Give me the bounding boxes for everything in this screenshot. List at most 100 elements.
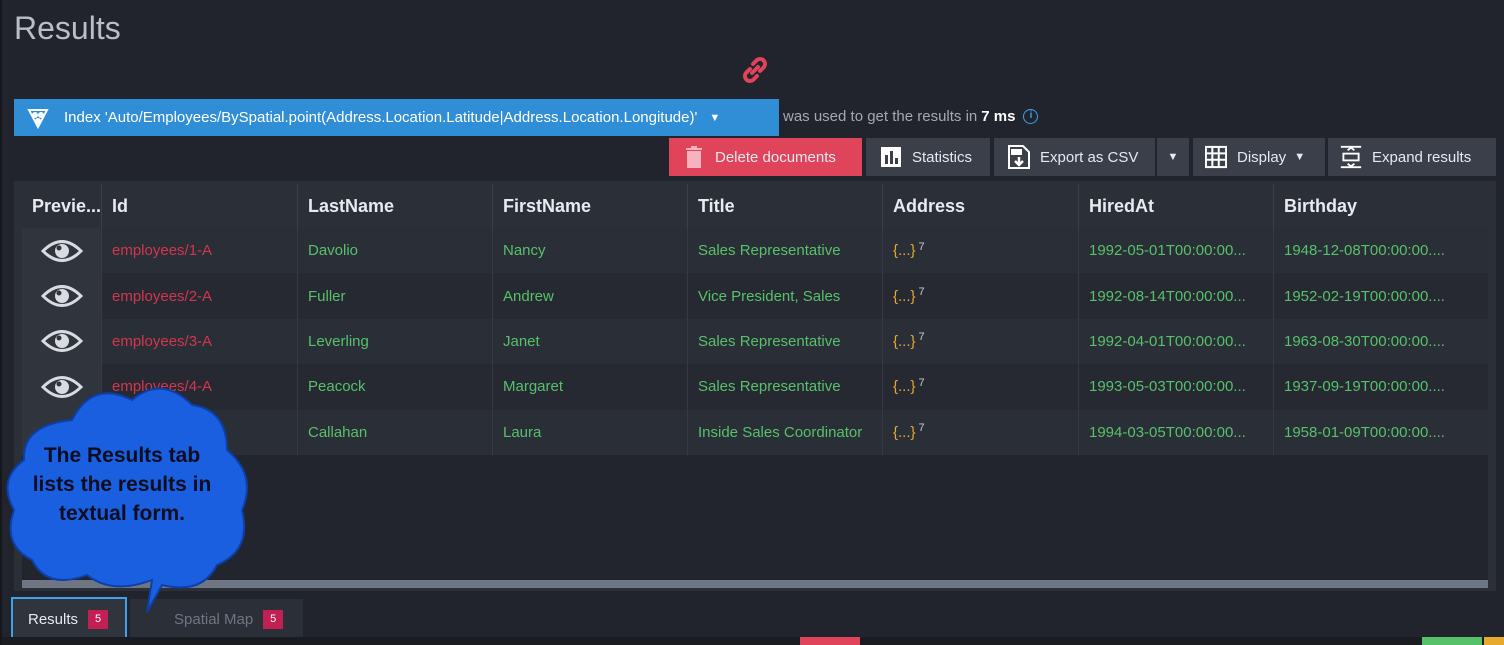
tab-spatial-map-label: Spatial Map [174,610,254,628]
spatial-map-count-badge: 5 [263,609,284,629]
cell-address[interactable]: {...} 7 [883,273,1079,319]
table-row[interactable]: employees/3-A Leverling Janet Sales Repr… [22,318,1488,365]
results-count-badge: 5 [88,609,109,629]
cell-firstname: Janet [493,318,688,365]
column-header-hiredat[interactable]: HiredAt [1079,184,1274,228]
cell-title: Sales Representative [688,364,883,410]
address-count: 7 [918,286,925,299]
address-object: {...} [893,287,916,305]
column-header-address[interactable]: Address [883,184,1079,228]
cell-birthday: 1952-02-19T00:00:00.... [1284,287,1445,305]
export-options-dropdown[interactable]: ▼ [1157,138,1189,176]
preview-button[interactable] [22,364,102,410]
tab-results[interactable]: Results 5 [11,597,127,641]
cell-birthday: 1958-01-09T00:00:00.... [1284,423,1445,441]
cell-title: Sales Representative [688,228,883,274]
table-row[interactable]: employees/1-A Davolio Nancy Sales Repres… [22,228,1488,274]
index-name: Index 'Auto/Employees/BySpatial.point(Ad… [64,109,698,126]
status-segment-red [800,637,860,645]
column-header-lastname[interactable]: LastName [298,184,493,228]
chevron-down-icon: ▼ [709,111,721,124]
column-header-id[interactable]: Id [102,184,298,228]
cell-hiredat: 1992-04-01T00:00:00... [1079,318,1274,365]
eye-icon [40,239,83,262]
bar-chart-icon [880,146,902,168]
results-grid-body: Previe... Id LastName FirstName Title Ad… [22,184,1488,588]
cell-id[interactable]: employees/3-A [102,318,298,365]
page-title: Results [14,10,121,46]
address-object: {...} [893,242,916,260]
column-header-birthday[interactable]: Birthday [1274,184,1488,228]
cell-firstname: Nancy [493,228,688,274]
column-header-firstname[interactable]: FirstName [493,184,688,228]
cell-id[interactable]: employees/1-A [102,228,298,274]
cell-id[interactable]: employees/4-A [102,364,298,410]
cell-hiredat: 1994-03-05T00:00:00... [1079,409,1274,455]
address-count: 7 [918,376,925,389]
delete-documents-button[interactable]: Delete documents [669,138,862,176]
grid-header: Previe... Id LastName FirstName Title Ad… [22,184,1488,228]
cell-address[interactable]: {...} 7 [883,228,1079,274]
export-label: Export as CSV [1040,148,1139,166]
timing-prefix: was used to get the results in [783,108,978,125]
cell-lastname: Callahan [298,409,493,455]
eye-icon [40,375,83,398]
cell-address[interactable]: {...} 7 [883,364,1079,410]
preview-button[interactable] [22,273,102,319]
cell-lastname: Peacock [298,364,493,410]
cell-birthday: 1948-12-08T00:00:00.... [1284,242,1445,260]
timing-value: 7 ms [981,108,1016,125]
status-strip [2,637,1504,645]
delete-label: Delete documents [715,148,836,166]
cell-birthday: 1937-09-19T00:00:00.... [1284,378,1445,396]
cell-address[interactable]: {...} 7 [883,318,1079,365]
link-icon[interactable] [737,52,773,88]
export-csv-button[interactable]: Export as CSV [994,138,1155,176]
address-count: 7 [918,240,925,253]
info-icon[interactable]: i [1023,109,1039,124]
chevron-down-icon: ▼ [1167,151,1179,163]
preview-button[interactable] [22,228,102,274]
statistics-button[interactable]: Statistics [866,138,990,176]
tab-results-label: Results [28,610,79,628]
table-row[interactable]: employees/2-A Fuller Andrew Vice Preside… [22,273,1488,319]
preview-button[interactable] [22,318,102,365]
cell-lastname: Fuller [298,273,493,319]
cell-id-text: A [210,423,221,441]
cell-birthday: 1963-08-30T00:00:00.... [1284,332,1445,350]
expand-icon [1340,145,1362,169]
horizontal-scrollbar[interactable] [22,580,1488,588]
cell-title: Sales Representative [688,318,883,365]
status-segment-green [1422,637,1482,645]
cell-address[interactable]: {...} 7 [883,409,1079,455]
cell-firstname: Andrew [493,273,688,319]
display-button[interactable]: Display ▼ [1193,138,1325,176]
column-header-preview[interactable]: Previe... [22,184,102,228]
status-segment-orange [1484,637,1504,645]
eye-icon [40,330,83,353]
table-row[interactable]: employees/4-A Peacock Margaret Sales Rep… [22,364,1488,410]
grid-rows: employees/1-A Davolio Nancy Sales Repres… [22,228,1488,455]
index-dropdown-button[interactable]: Index 'Auto/Employees/BySpatial.point(Ad… [14,99,779,136]
chevron-down-icon: ▼ [1294,151,1306,163]
grid-icon [1205,145,1227,169]
statistics-label: Statistics [912,148,973,166]
cell-firstname: Margaret [493,364,688,410]
cell-lastname: Davolio [298,228,493,274]
address-object: {...} [893,332,916,350]
trash-icon [683,146,705,168]
cell-lastname: Leverling [298,318,493,365]
cell-title: Vice President, Sales [688,273,883,319]
cell-hiredat: 1992-05-01T00:00:00... [1079,228,1274,274]
tab-spatial-map[interactable]: Spatial Map 5 [130,599,303,639]
results-panel: Results Index 'Auto/Employees/BySpatial.… [0,0,1504,645]
table-row[interactable]: A Callahan Laura Inside Sales Coordinato… [22,409,1488,455]
index-icon [27,108,49,129]
index-timing-info: was used to get the results in 7 ms i [783,108,1039,125]
eye-icon [40,285,83,308]
address-count: 7 [918,422,925,435]
cell-id[interactable]: employees/2-A [102,273,298,319]
column-header-title[interactable]: Title [688,184,883,228]
cell-firstname: Laura [493,409,688,455]
expand-results-button[interactable]: Expand results [1328,138,1496,176]
